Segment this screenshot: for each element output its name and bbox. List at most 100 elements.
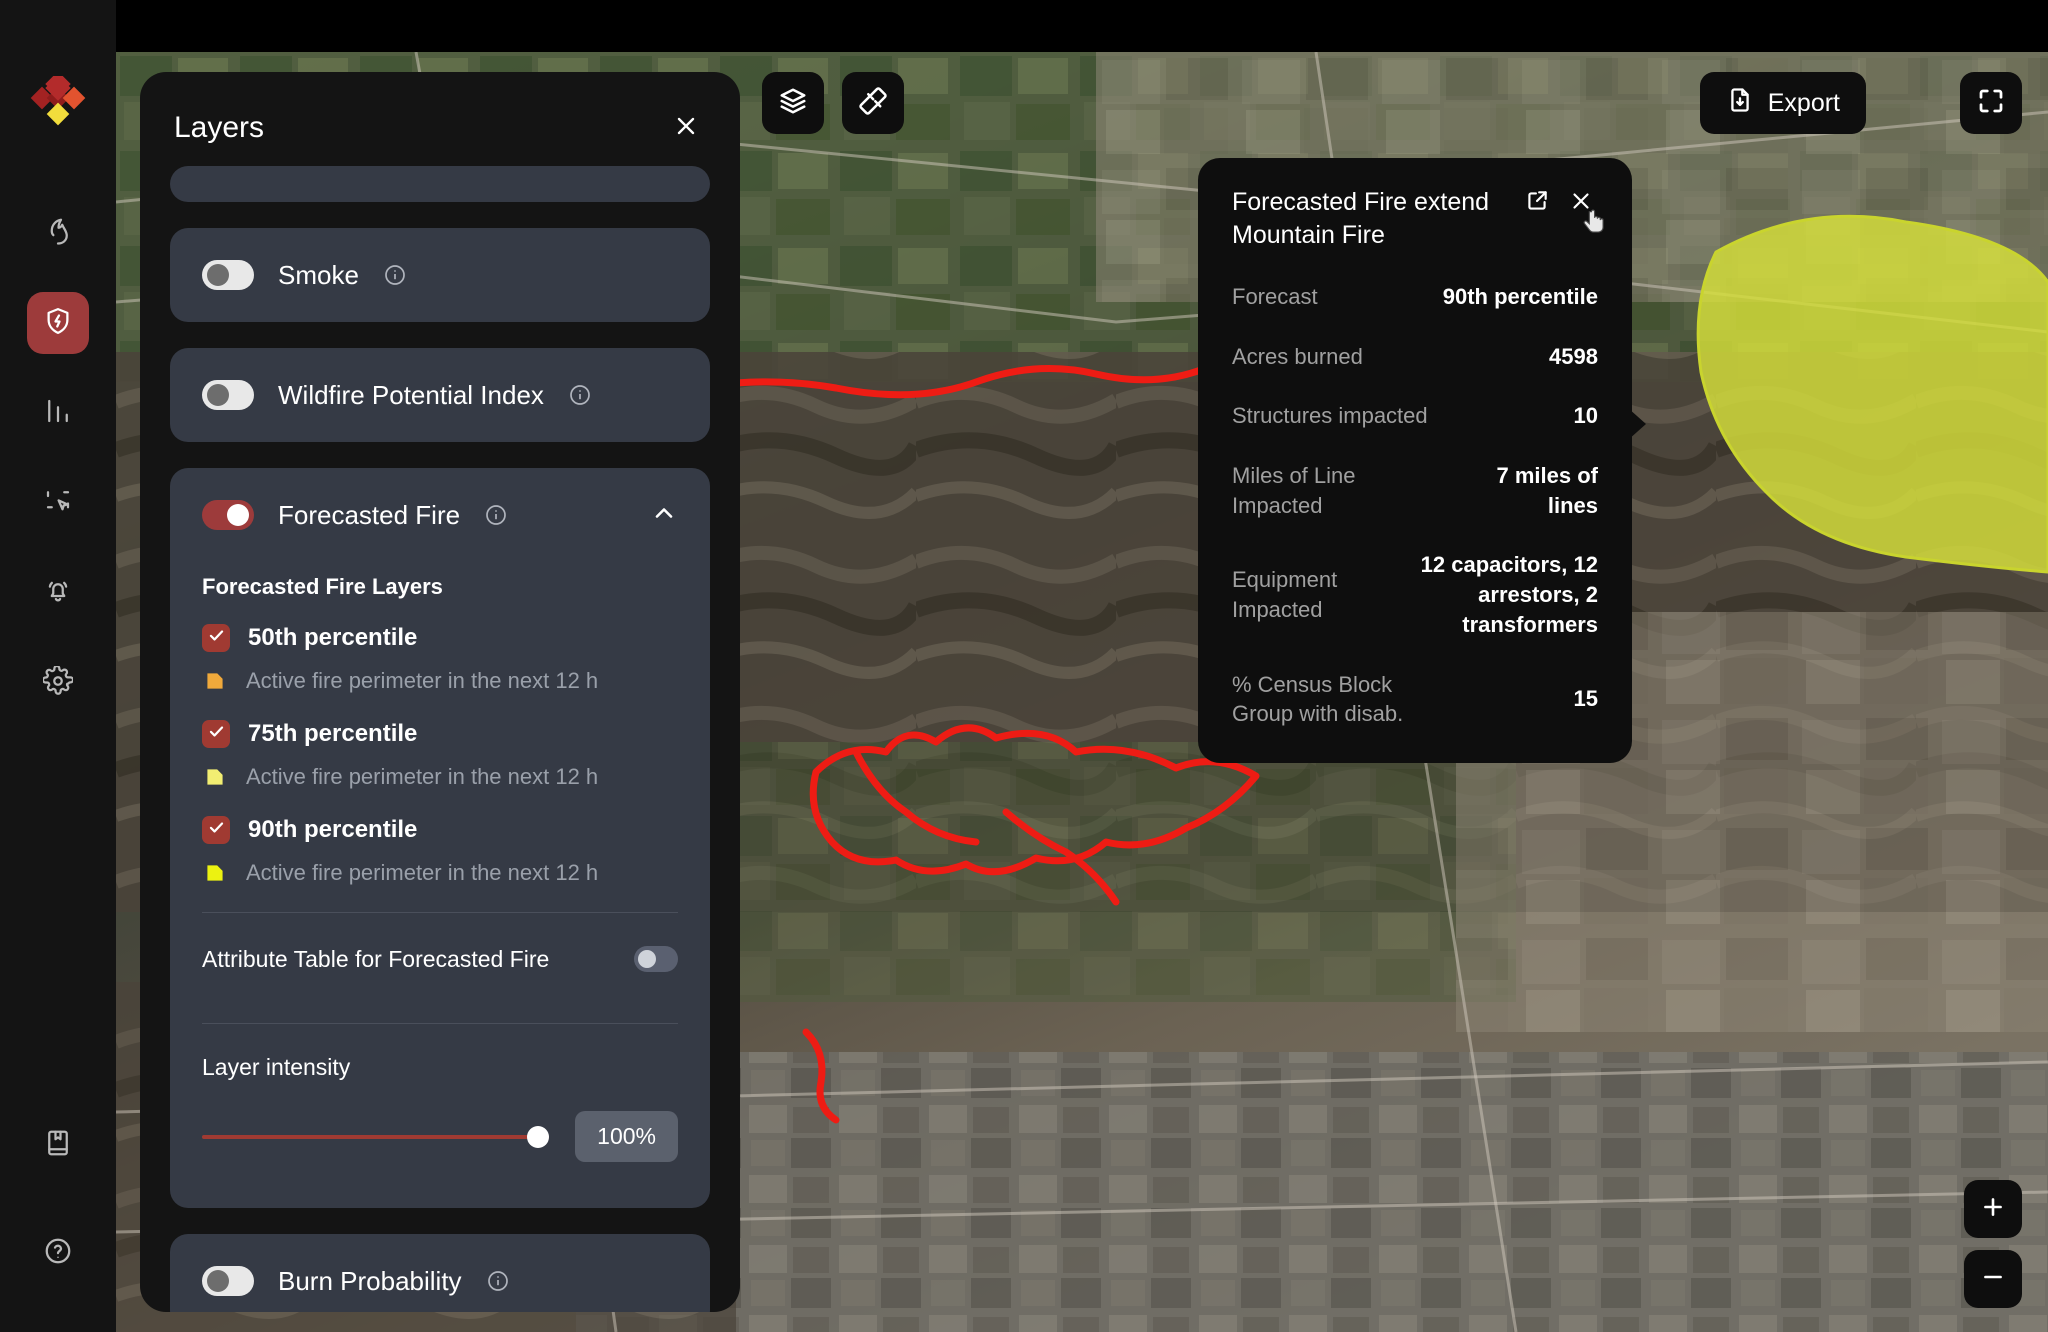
percentile-checkbox-75[interactable] [202,720,230,748]
percentile-item-75: 75th percentile Active fire perimeter in… [202,720,678,790]
popup-open-button[interactable] [1520,186,1554,220]
close-icon [1568,188,1594,219]
app-logo[interactable] [28,71,88,136]
popup-row: % Census Block Group with disab. 15 [1232,670,1598,729]
info-icon[interactable] [486,1269,510,1293]
popup-row-value: 4598 [1549,343,1598,369]
check-icon [207,722,226,746]
export-button[interactable]: Export [1699,72,1866,134]
popup-row-value: 12 capacitors, 12 arrestors, 2 transform… [1420,552,1598,637]
zoom-out-button[interactable] [1964,1250,2022,1308]
external-link-icon [1524,188,1550,219]
popup-row-value: 10 [1573,403,1598,429]
polygon-swatch-icon [202,860,228,886]
percentile-description-row: Active fire perimeter in the next 12 h [202,668,678,694]
layer-row: Smoke [202,228,678,322]
percentile-item-50: 50th percentile Active fire perimeter in… [202,624,678,694]
popup-row-key: Forecast [1232,284,1318,309]
layer-intensity-label: Layer intensity [202,1054,351,1080]
wildfire-potential-index-toggle[interactable] [202,380,254,410]
percentile-description: Active fire perimeter in the next 12 h [246,860,599,885]
collapse-forecasted-fire-button[interactable] [650,499,678,532]
popup-title: Forecasted Fire extend Mountain Fire [1232,188,1490,249]
ruler-icon [858,86,888,121]
slider-handle[interactable] [527,1125,550,1148]
map-tools [762,72,904,134]
percentile-label: 75th percentile [248,720,418,747]
sidebar-item-settings[interactable] [27,652,89,714]
sidebar-item-alerts[interactable] [27,562,89,624]
layer-intensity-value: 100% [575,1111,678,1162]
export-label: Export [1767,88,1840,117]
popup-row: Acres burned 4598 [1232,342,1598,372]
popup-row-key: Acres burned [1232,343,1363,369]
layer-row: Wildfire Potential Index [202,348,678,442]
smoke-toggle[interactable] [202,260,254,290]
popup-row-key: Structures impacted [1232,403,1428,429]
popup-row-key: Equipment Impacted [1232,567,1338,622]
attribute-table-label: Attribute Table for Forecasted Fire [202,945,550,972]
sidebar-item-analytics[interactable] [27,382,89,444]
selection-cursor-icon [43,486,73,521]
percentile-description-row: Active fire perimeter in the next 12 h [202,860,678,886]
percentile-checkbox-90[interactable] [202,816,230,844]
percentile-checkbox-50[interactable] [202,624,230,652]
layer-label: Burn Probability [278,1265,462,1296]
left-sidebar [0,0,116,1332]
forecasted-fire-toggle[interactable] [202,500,254,530]
percentile-label: 50th percentile [248,624,418,651]
file-download-icon [1726,86,1754,121]
layer-label: Forecasted Fire [278,499,461,530]
popup-row-value: 15 [1573,686,1598,712]
info-icon[interactable] [383,263,407,287]
divider [202,1023,678,1024]
map-feature-popup: Forecasted Fire extend Mountain Fire For… [1198,158,1632,763]
sidebar-item-risk[interactable] [27,292,89,354]
burn-probability-toggle[interactable] [202,1266,254,1296]
sidebar-item-select[interactable] [27,472,89,534]
layers-panel: Layers Smoke Wildfire Potential Index Fo… [140,72,740,1312]
sidebar-item-help[interactable] [27,1222,89,1284]
fullscreen-button[interactable] [1960,72,2022,134]
check-icon [207,818,226,842]
app-root: Export Forecasted Fire extend Mountain F… [0,0,2048,1332]
layer-card-partial[interactable] [170,166,710,202]
bar-chart-icon [43,396,73,431]
info-icon[interactable] [484,503,508,527]
attribute-table-toggle[interactable] [634,946,678,972]
layer-row: Burn Probability [202,1234,678,1312]
popup-header: Forecasted Fire extend Mountain Fire [1232,186,1598,252]
sidebar-item-library[interactable] [27,1114,89,1176]
attribute-table-row: Attribute Table for Forecasted Fire [202,913,678,1005]
measure-button[interactable] [842,72,904,134]
fullscreen-icon [1976,86,2006,121]
popup-close-button[interactable] [1564,186,1598,220]
layers-button[interactable] [762,72,824,134]
zoom-in-button[interactable] [1964,1180,2022,1238]
forecasted-fire-layers-heading: Forecasted Fire Layers [202,574,443,599]
percentile-header: 90th percentile [202,816,678,844]
info-icon[interactable] [568,383,592,407]
popup-row: Structures impacted 10 [1232,401,1598,431]
percentile-description: Active fire perimeter in the next 12 h [246,764,599,789]
flame-icon [43,216,73,251]
sidebar-item-fire[interactable] [27,202,89,264]
polygon-swatch-icon [202,764,228,790]
layer-intensity-slider[interactable] [202,1125,550,1148]
popup-row-key: Miles of Line Impacted [1232,463,1356,518]
layer-card-burn-probability: Burn Probability [170,1234,710,1312]
close-icon [672,112,700,145]
percentile-description: Active fire perimeter in the next 12 h [246,668,599,693]
layers-panel-scroll[interactable]: Smoke Wildfire Potential Index Forecaste… [140,166,740,1312]
layer-card-forecasted-fire: Forecasted Fire Forecasted Fire Layers 5… [170,468,710,1208]
layers-panel-header: Layers [140,72,740,166]
popup-row-key: % Census Block Group with disab. [1232,671,1404,727]
sidebar-bottom-nav [27,1114,89,1284]
layers-stack-icon [778,86,808,121]
zoom-controls [1964,1180,2022,1308]
book-icon [43,1128,73,1163]
gear-icon [41,664,75,701]
close-layers-panel-button[interactable] [666,108,706,148]
percentile-label: 90th percentile [248,816,418,843]
popup-row: Forecast 90th percentile [1232,282,1598,312]
